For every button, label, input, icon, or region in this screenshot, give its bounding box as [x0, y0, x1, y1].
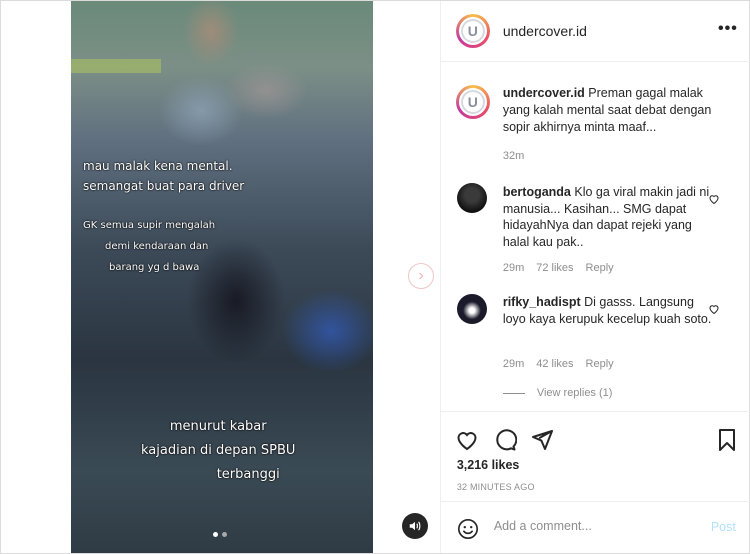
heart-icon[interactable] [455, 428, 479, 452]
video-text-line: menurut kabar [169, 419, 267, 434]
bookmark-icon[interactable] [715, 428, 739, 452]
like-comment-heart-icon[interactable] [708, 303, 720, 315]
avatar[interactable]: U [455, 85, 490, 119]
video-text-line: terbanggi [216, 467, 280, 482]
speaker-icon [409, 521, 421, 531]
video-caption-top: mau malak kena mental. semangat buat par… [83, 156, 244, 196]
reply-button[interactable]: Reply [586, 358, 614, 370]
commenter-avatar[interactable] [456, 183, 487, 213]
comment-icon[interactable] [493, 428, 517, 452]
caption-timestamp[interactable]: 32m [503, 150, 524, 162]
post-video[interactable]: mau malak kena mental. semangat buat par… [71, 1, 373, 553]
comment-meta: 29m 72 likes Reply [503, 262, 614, 274]
view-replies-button[interactable]: View replies (1) [502, 387, 613, 399]
video-background-detail [71, 59, 161, 73]
post-header: U undercover.id ••• [440, 1, 750, 62]
comment-meta: 29m 42 likes Reply [503, 358, 614, 370]
view-replies-label: View replies (1) [536, 387, 613, 399]
share-icon[interactable] [530, 428, 554, 452]
caption-username[interactable]: undercover.id [503, 86, 585, 100]
commenter-avatar[interactable] [456, 294, 487, 324]
comment-time[interactable]: 29m [503, 262, 524, 274]
video-text-line: barang yg d bawa [109, 262, 200, 273]
likes-count[interactable]: 3,216 likes [457, 458, 520, 472]
instagram-post: mau malak kena mental. semangat buat par… [0, 0, 750, 554]
like-comment-heart-icon[interactable] [708, 193, 720, 205]
emoji-icon[interactable] [457, 518, 479, 540]
divider [502, 392, 525, 394]
video-text-line: semangat buat para driver [83, 179, 245, 193]
post-actions: 3,216 likes 32 MINUTES AGO [440, 411, 750, 501]
post-side-panel: U undercover.id ••• U undercover.id Prem… [440, 1, 750, 553]
video-text-line: mau malak kena mental. [83, 159, 233, 173]
media-area: mau malak kena mental. semangat buat par… [1, 1, 441, 553]
reply-button[interactable]: Reply [586, 262, 614, 274]
commenter-username[interactable]: bertoganda [503, 185, 571, 199]
comment-likes[interactable]: 72 likes [536, 262, 573, 274]
video-text-line: demi kendaraan dan [105, 241, 209, 252]
post-timestamp[interactable]: 32 MINUTES AGO [457, 482, 535, 492]
header-username[interactable]: undercover.id [503, 23, 587, 39]
audio-toggle-button[interactable] [402, 513, 428, 539]
avatar-letter: U [458, 17, 487, 45]
video-caption-middle: GK semua supir mengalah demi kendaraan d… [83, 215, 215, 278]
comment-text: rifky_hadispt Di gasss. Langsung loyo ka… [503, 294, 718, 327]
carousel-dot-active [213, 532, 218, 537]
next-slide-button[interactable]: › [408, 263, 434, 289]
comment-text: bertoganda Klo ga viral makin jadi ni ma… [503, 184, 718, 250]
avatar-letter: U [458, 88, 487, 116]
video-text-line: kajadian di depan SPBU [141, 443, 296, 458]
avatar[interactable]: U [455, 14, 490, 48]
caption-text: undercover.id Preman gagal malak yang ka… [503, 85, 733, 136]
video-text-line: GK semua supir mengalah [83, 220, 216, 231]
carousel-dot [222, 532, 227, 537]
more-options-icon[interactable]: ••• [718, 21, 738, 37]
add-comment-bar: Post [440, 501, 750, 553]
comment-input[interactable] [493, 519, 694, 533]
post-comment-button[interactable]: Post [711, 520, 736, 534]
commenter-username[interactable]: rifky_hadispt [503, 295, 581, 309]
video-caption-bottom: menurut kabar kajadian di depan SPBU ter… [141, 415, 295, 487]
comment-likes[interactable]: 42 likes [536, 358, 573, 370]
carousel-indicator [213, 532, 227, 537]
chevron-right-icon: › [418, 267, 424, 284]
comment-time[interactable]: 29m [503, 358, 524, 370]
